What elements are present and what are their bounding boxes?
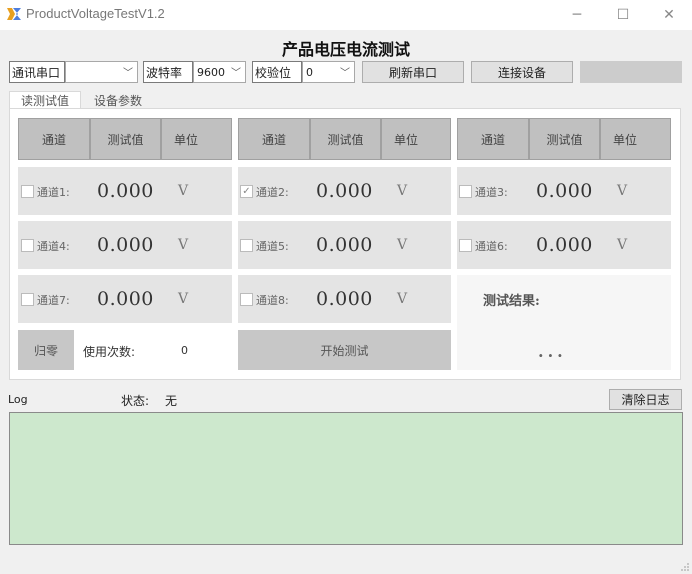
refresh-port-button[interactable]: 刷新串口 bbox=[362, 61, 464, 83]
log-label: Log bbox=[8, 393, 28, 406]
channel-2-value: 0.000 bbox=[316, 180, 373, 202]
close-button[interactable]: ✕ bbox=[646, 0, 692, 30]
channel-2-unit: V bbox=[397, 183, 408, 199]
channel-8-label: 通道8: bbox=[256, 294, 289, 307]
minimize-button[interactable]: ─ bbox=[554, 0, 600, 30]
chevron-down-icon: ﹀ bbox=[340, 68, 350, 79]
channel-6-label: 通道6: bbox=[475, 240, 508, 253]
channel-1-unit: V bbox=[178, 183, 189, 199]
maximize-icon: ☐ bbox=[616, 7, 630, 23]
channel-7-label: 通道7: bbox=[37, 294, 70, 307]
status-value: 无 bbox=[165, 394, 178, 408]
header-channel: 通道 bbox=[457, 118, 529, 160]
header-value: 测试值 bbox=[90, 118, 161, 160]
channel-5-unit: V bbox=[397, 237, 408, 253]
channel-4-checkbox[interactable] bbox=[21, 239, 34, 252]
parity-select-value: 0 bbox=[306, 65, 313, 79]
close-icon: ✕ bbox=[663, 7, 675, 23]
chevron-down-icon: ﹀ bbox=[123, 68, 133, 79]
parity-select[interactable]: 0 ﹀ bbox=[302, 61, 355, 83]
channel-7-unit: V bbox=[178, 291, 189, 307]
channel-2-checkbox[interactable]: ✓ bbox=[240, 185, 253, 198]
channel-1-checkbox[interactable] bbox=[21, 185, 34, 198]
baud-select[interactable]: 9600 ﹀ bbox=[193, 61, 246, 83]
page-title: 产品电压电流测试 bbox=[281, 40, 410, 59]
tab-read-values[interactable]: 读测试值 bbox=[9, 91, 81, 109]
chevron-down-icon: ﹀ bbox=[231, 68, 241, 79]
test-result-label: 测试结果: bbox=[483, 294, 540, 309]
header-channel: 通道 bbox=[238, 118, 310, 160]
usage-count-value: 0 bbox=[181, 344, 188, 357]
header-unit: 单位 bbox=[381, 118, 451, 160]
channel-7-value: 0.000 bbox=[97, 288, 154, 310]
status-label: 状态: bbox=[121, 394, 150, 408]
channel-8-unit: V bbox=[397, 291, 408, 307]
channel-4-unit: V bbox=[178, 237, 189, 253]
channel-3-unit: V bbox=[617, 183, 628, 199]
header-channel: 通道 bbox=[18, 118, 90, 160]
channel-3-checkbox[interactable] bbox=[459, 185, 472, 198]
channel-5-value: 0.000 bbox=[316, 234, 373, 256]
channel-4-value: 0.000 bbox=[97, 234, 154, 256]
channel-2-label: 通道2: bbox=[256, 186, 289, 199]
port-label: 通讯串口 bbox=[9, 61, 65, 83]
header-unit: 单位 bbox=[161, 118, 232, 160]
connect-device-button[interactable]: 连接设备 bbox=[471, 61, 573, 83]
channel-5-label: 通道5: bbox=[256, 240, 289, 253]
channel-1-value: 0.000 bbox=[97, 180, 154, 202]
channel-8-value: 0.000 bbox=[316, 288, 373, 310]
channel-5-checkbox[interactable] bbox=[240, 239, 253, 252]
header-value: 测试值 bbox=[310, 118, 381, 160]
app-logo-icon bbox=[7, 8, 21, 20]
channel-3-label: 通道3: bbox=[475, 186, 508, 199]
header-unit: 单位 bbox=[600, 118, 671, 160]
zero-button[interactable]: 归零 bbox=[18, 330, 74, 370]
connection-status-box bbox=[580, 61, 682, 83]
baud-select-value: 9600 bbox=[197, 65, 225, 79]
parity-label: 校验位 bbox=[252, 61, 302, 83]
baud-label: 波特率 bbox=[143, 61, 193, 83]
port-select[interactable]: ﹀ bbox=[65, 61, 138, 83]
channel-6-value: 0.000 bbox=[536, 234, 593, 256]
minimize-icon: ─ bbox=[572, 7, 582, 23]
maximize-button[interactable]: ☐ bbox=[600, 0, 646, 30]
tab-device-params[interactable]: 设备参数 bbox=[85, 91, 151, 109]
log-textarea[interactable] bbox=[9, 412, 683, 545]
channel-6-unit: V bbox=[617, 237, 628, 253]
usage-count-label: 使用次数: bbox=[83, 345, 136, 359]
start-test-button[interactable]: 开始测试 bbox=[238, 330, 451, 370]
channel-3-value: 0.000 bbox=[536, 180, 593, 202]
channel-1-label: 通道1: bbox=[37, 186, 70, 199]
channel-4-label: 通道4: bbox=[37, 240, 70, 253]
window-title: ProductVoltageTestV1.2 bbox=[26, 6, 165, 21]
channel-6-checkbox[interactable] bbox=[459, 239, 472, 252]
channel-7-checkbox[interactable] bbox=[21, 293, 34, 306]
header-value: 测试值 bbox=[529, 118, 600, 160]
resize-grip-icon[interactable] bbox=[680, 562, 690, 572]
channel-8-checkbox[interactable] bbox=[240, 293, 253, 306]
clear-log-button[interactable]: 清除日志 bbox=[609, 389, 682, 410]
test-result-value: ... bbox=[538, 342, 567, 361]
